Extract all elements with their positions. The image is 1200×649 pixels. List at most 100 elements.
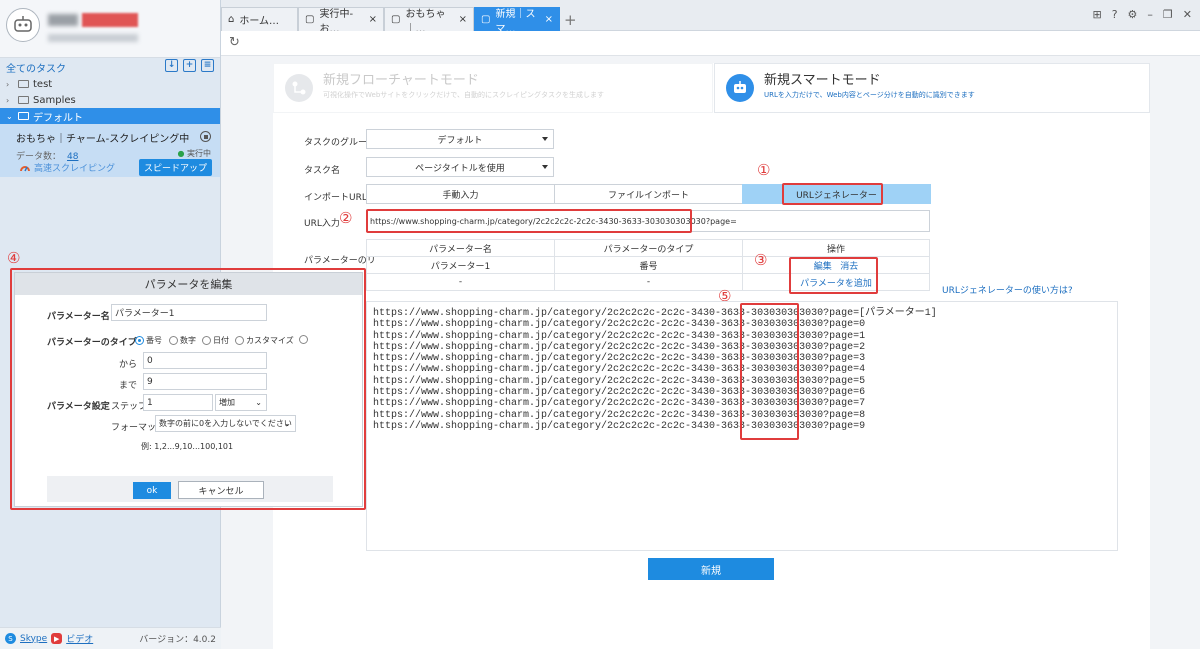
smart-mode-panel: 新規フローチャートモード 可視化操作でWebサイトをクリックだけで、自動的にスク… [273,63,1150,649]
chevron-right-icon: › [6,79,10,89]
minimize-icon[interactable]: – [1147,8,1153,21]
param-name-input[interactable]: パラメーター1 [111,304,267,321]
user-name-redacted [48,14,78,26]
tab-toys[interactable]: ▢ おもちゃ｜… × [384,7,474,35]
tree-item-label: デフォルト [33,112,83,124]
group-select[interactable]: デフォルト [366,129,554,149]
address-bar: ↻ [221,31,1200,56]
type-extra-radio[interactable] [299,335,308,344]
type-number-radio[interactable]: 番号 [135,335,162,346]
window-controls: ⊞ ? ⚙ – ❐ ✕ [1092,8,1192,21]
annotation-4: ④ [7,249,21,267]
empty-cell: - [366,273,555,291]
all-tasks-label[interactable]: 全てのタスク [6,60,66,75]
url-generator-help-link[interactable]: URLジェネレーターの使い方は? [942,283,1073,296]
step-label: ステップ [111,402,148,412]
from-input[interactable]: 0 [143,352,267,369]
type-custom-radio[interactable]: カスタマイズ [235,335,294,346]
manual-input-option[interactable]: 手動入力 [366,184,555,204]
to-label: まで [119,381,138,391]
version-label: バージョン：4.0.2 [139,635,216,645]
new-tab-icon[interactable]: + [564,11,577,29]
tab-new-smart[interactable]: ▢ 新規｜スマ… × [474,7,560,35]
flowchart-mode-title: 新規フローチャートモード [323,73,479,88]
add-task-icon[interactable]: + [183,59,196,72]
home-icon: ⌂ [228,14,235,25]
annotation-3: ③ [754,251,768,269]
tree-item-default[interactable]: ⌄ デフォルト [0,108,220,124]
empty-cell: - [554,273,743,291]
close-icon[interactable]: × [545,14,553,25]
highlight-box-5 [740,303,799,440]
avatar[interactable] [6,8,40,42]
reload-icon[interactable]: ↻ [229,35,240,50]
create-button[interactable]: 新規 [648,558,774,580]
chevron-down-icon [542,165,548,169]
edit-icon[interactable]: ≡ [201,59,214,72]
import-url-label: インポートURL [304,193,367,203]
skype-link[interactable]: Skype [20,634,47,644]
chevron-down-icon: ⌄ [284,419,291,428]
tree-item-label: Samples [33,94,76,106]
dialog-title: パラメータを編集 [15,273,362,295]
highlight-box-2 [366,209,692,233]
flowchart-icon [285,74,313,102]
param-list-label: パラメーターのリ [304,256,376,266]
page-icon: ▢ [481,14,491,25]
from-label: から [119,360,138,370]
close-icon[interactable]: × [369,14,377,25]
import-icon[interactable]: ↓ [165,59,178,72]
chevron-down-icon: ⌄ [255,398,262,407]
video-icon: ▶ [51,633,63,644]
task-card[interactable]: おもちゃ｜チャーム-スクレイピング中 データ数： 48 ● 実行中 高速スクレイピ… [0,124,220,177]
close-icon[interactable]: × [459,14,467,25]
format-example: 例: 1,2...9,10...100,101 [141,442,234,451]
gift-icon[interactable]: ⊞ [1092,8,1101,21]
user-header [0,0,220,58]
param-setting-label: パラメータ設定 [47,402,110,412]
restore-icon[interactable]: ❐ [1163,8,1173,21]
smart-mode-title: 新規スマートモード [764,73,881,88]
ok-button[interactable]: ok [133,482,171,499]
tree-item-samples[interactable]: › Samples [0,92,220,108]
speed-icon [20,165,30,171]
smart-mode-card[interactable]: 新規スマートモード URLを入力だけで、Web内容とページ分けを自動的に識別でき… [714,63,1150,113]
param-header-type: パラメーターのタイプ [554,239,743,257]
param-header-name: パラメーター名 [366,239,555,257]
task-name-select[interactable]: ページタイトルを使用 [366,157,554,177]
cancel-button[interactable]: キャンセル [178,481,264,499]
param-type-label: パラメーターのタイプ [47,338,137,348]
url-input-label: URL入力 [304,219,340,229]
tree-item-test[interactable]: › test [0,76,220,92]
flowchart-mode-card[interactable]: 新規フローチャートモード 可視化操作でWebサイトをクリックだけで、自動的にスク… [273,63,713,113]
folder-icon [18,96,29,104]
tab-running[interactable]: ▢ 実行中-お… × [298,7,384,35]
highlight-box-3 [789,257,878,294]
video-link[interactable]: ビデオ [66,632,93,645]
annotation-1: ① [757,161,771,179]
speedup-button[interactable]: スピードアップ [138,159,212,176]
page-icon: ▢ [391,14,401,25]
step-mode-select[interactable]: 増加 ⌄ [215,394,267,411]
smart-mode-desc: URLを入力だけで、Web内容とページ分けを自動的に識別できます [764,91,975,99]
gear-icon[interactable]: ⚙ [1128,8,1138,21]
page-icon: ▢ [305,14,315,25]
help-icon[interactable]: ? [1112,8,1118,21]
format-select[interactable]: 数字の前に0を入力しないでください ⌄ [155,415,296,432]
stop-icon[interactable] [200,131,211,142]
highlight-box-1 [782,183,883,205]
file-import-option[interactable]: ファイルインポート [554,184,743,204]
tab-home[interactable]: ⌂ ホーム… [221,7,298,31]
type-digit-radio[interactable]: 数字 [169,335,196,346]
tab-bar: ⌂ ホーム… ▢ 実行中-お… × ▢ おもちゃ｜… × ▢ 新規｜スマ… × … [221,0,1200,35]
to-input[interactable]: 9 [143,373,267,390]
type-date-radio[interactable]: 日付 [202,335,229,346]
sidebar-footer: S Skype ▶ ビデオ バージョン：4.0.2 [0,627,221,649]
annotation-2: ② [339,209,353,227]
user-info-redacted [48,34,138,42]
fast-scraping: 高速スクレイピング [20,161,115,174]
close-window-icon[interactable]: ✕ [1183,8,1192,21]
folder-icon [18,112,29,120]
step-input[interactable]: 1 [143,394,213,411]
main-area: 新規フローチャートモード 可視化操作でWebサイトをクリックだけで、自動的にスク… [221,56,1200,649]
